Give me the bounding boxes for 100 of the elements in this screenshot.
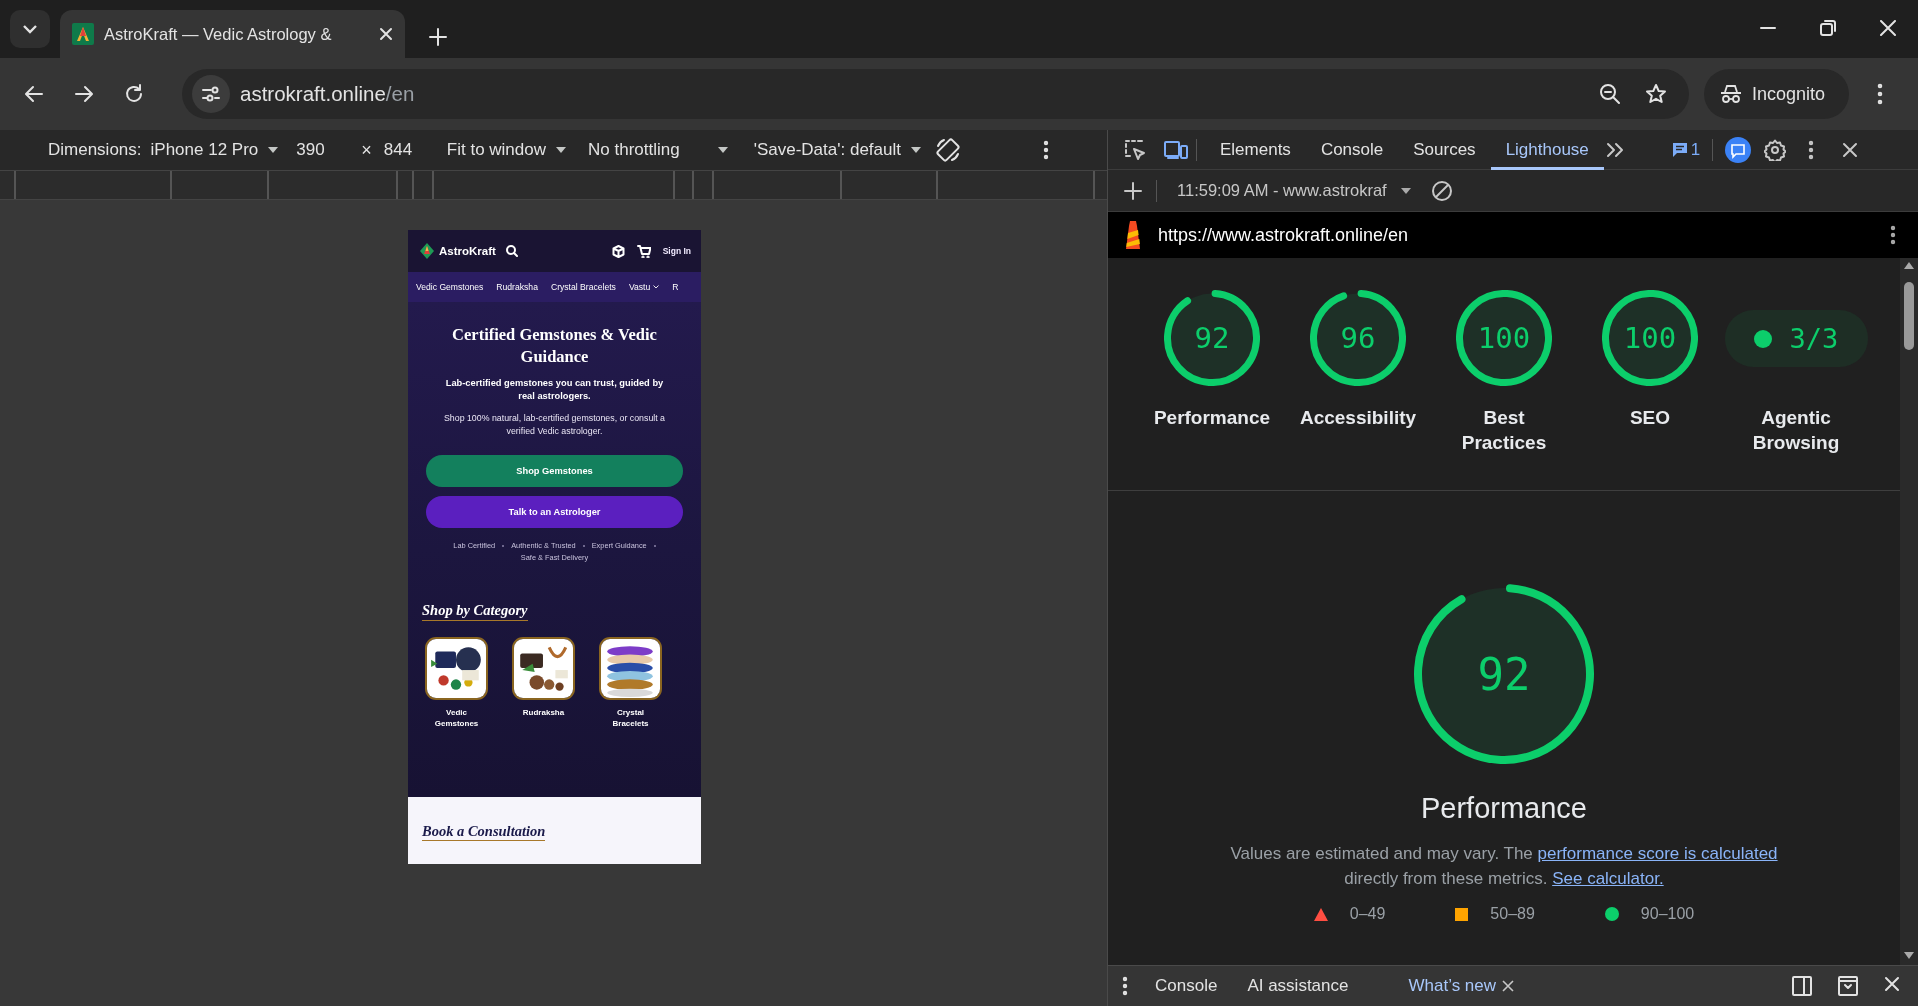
hero-subtitle: Lab-certified gemstones you can trust, guided by real astrologers. (444, 377, 665, 403)
save-data-select[interactable]: 'Save-Data': default (753, 140, 921, 160)
category-label[interactable]: Performance (1153, 405, 1271, 430)
browser-tab[interactable]: AstroKraft — Vedic Astrology & (60, 10, 405, 58)
score-value: 96 (1340, 321, 1376, 355)
close-icon[interactable] (1880, 20, 1896, 36)
legend-label: 50–89 (1490, 905, 1535, 923)
search-icon[interactable] (505, 245, 518, 257)
link[interactable]: performance score is calculated (1537, 844, 1778, 863)
forward-icon[interactable] (74, 84, 94, 104)
settings-icon[interactable] (1764, 138, 1787, 161)
panel-tab[interactable]: Sources (1398, 129, 1491, 170)
caret-icon[interactable] (717, 147, 728, 153)
box-icon[interactable] (611, 244, 625, 258)
chevron-icon (653, 285, 660, 289)
drawer-tab[interactable]: AI assistance (1232, 976, 1364, 996)
category-label[interactable]: Accessibility (1299, 405, 1417, 430)
close-icon[interactable] (1842, 141, 1859, 158)
close-icon[interactable] (1884, 976, 1900, 992)
dock-bottom-icon[interactable] (1838, 976, 1858, 996)
add-icon[interactable] (1124, 181, 1142, 200)
legend-label: 90–100 (1640, 905, 1695, 923)
caret-icon[interactable] (1400, 187, 1411, 194)
back-icon[interactable] (24, 84, 44, 104)
scrollbar[interactable] (1900, 258, 1918, 965)
throttling-select[interactable]: No throttling (588, 140, 728, 160)
device-toolbar-icon[interactable] (1164, 139, 1188, 160)
score-badge[interactable]: 3/3 (1724, 310, 1868, 367)
scroll-down-icon[interactable] (1904, 952, 1914, 959)
url-text: astrokraft.online/en (240, 82, 416, 106)
caret-icon[interactable] (911, 147, 921, 153)
category-tile[interactable] (512, 637, 575, 700)
width-field[interactable]: 390 (296, 140, 337, 160)
issues-counter[interactable]: 1 (1671, 139, 1701, 160)
category-label[interactable]: Rudraksha (522, 707, 565, 718)
section-title: Shop by Category (422, 602, 528, 621)
close-icon[interactable] (1502, 980, 1515, 992)
circle-icon (1753, 329, 1772, 348)
category-tile[interactable] (425, 637, 488, 700)
more-options-icon[interactable] (1043, 140, 1049, 160)
category-label[interactable]: Vedic Gemstones (430, 707, 483, 729)
nav-link[interactable]: Rudraksha (496, 282, 538, 292)
close-icon[interactable] (379, 27, 393, 41)
more-tabs-icon[interactable] (1605, 141, 1624, 158)
nav-link[interactable]: Crystal Bracelets (550, 282, 616, 292)
nav-link[interactable]: Vedic Gemstones (416, 282, 484, 292)
link[interactable]: See calculator. (1552, 869, 1664, 888)
ai-assistant-icon[interactable] (1725, 136, 1752, 163)
category-label[interactable]: Best Practices (1440, 405, 1568, 455)
dimensions-label: Dimensions: (48, 140, 142, 160)
drawer-tab[interactable]: Console (1140, 976, 1233, 996)
cart-icon[interactable] (636, 244, 651, 258)
category-tile[interactable] (599, 637, 662, 700)
address-bar[interactable]: astrokraft.online/en (182, 69, 1689, 119)
tab-search-button[interactable] (10, 10, 50, 48)
astrologer-button[interactable]: Talk to an Astrologer (426, 496, 683, 528)
more-options-icon[interactable] (1890, 225, 1896, 245)
chevron-icon (23, 24, 37, 34)
zoom-out-icon[interactable] (1599, 83, 1621, 105)
restore-icon[interactable] (1820, 20, 1836, 36)
triangle-icon (1313, 907, 1328, 921)
new-tab-icon[interactable] (429, 28, 447, 46)
nav-link[interactable]: R (672, 282, 679, 292)
rotate-icon[interactable] (935, 137, 961, 163)
device-select[interactable]: iPhone 12 Pro (150, 140, 279, 160)
panel-tab[interactable]: Elements (1205, 129, 1306, 170)
drawer-menu-icon[interactable] (1122, 976, 1128, 996)
shop-button[interactable]: Shop Gemstones (426, 455, 683, 487)
circle-icon (1604, 907, 1619, 921)
scroll-up-icon[interactable] (1904, 262, 1914, 269)
more-options-icon[interactable] (1808, 139, 1815, 160)
sign-in-link[interactable]: Sign In (662, 246, 691, 256)
times-sign: × (361, 139, 372, 161)
reload-icon[interactable] (124, 84, 144, 104)
logo-icon[interactable] (420, 243, 434, 259)
incognito-button[interactable]: Incognito (1704, 69, 1849, 119)
height-field[interactable]: 844 (383, 140, 424, 160)
category-label[interactable]: SEO (1629, 405, 1671, 430)
hero-text: Shop 100% natural, lab-certified gemstones, or consult a verified Vedic astrologer. (443, 412, 666, 438)
caret-icon[interactable] (268, 147, 279, 153)
zoom-select[interactable]: Fit to window (446, 140, 566, 160)
clear-icon[interactable] (1430, 179, 1453, 202)
category-label[interactable]: Agentic Browsing (1732, 405, 1860, 455)
square-icon (1455, 907, 1469, 921)
dock-side-icon[interactable] (1792, 976, 1812, 996)
drawer-tab[interactable]: What’s new (1393, 976, 1530, 996)
panel-tab[interactable]: Console (1305, 129, 1399, 170)
brand-name[interactable]: AstroKraft (439, 245, 496, 257)
site-settings-icon[interactable] (201, 84, 221, 104)
menu-icon[interactable] (1877, 83, 1883, 105)
category-label[interactable]: Crystal Bracelets (604, 707, 657, 729)
score-value: 100 (1477, 321, 1531, 355)
score-value: 92 (1477, 648, 1531, 700)
inspect-icon[interactable] (1124, 138, 1146, 161)
report-select[interactable]: 11:59:09 AM - www.astrokraf (1177, 181, 1411, 200)
scrollbar-thumb[interactable] (1904, 282, 1914, 350)
caret-icon[interactable] (556, 147, 566, 153)
bookmark-star-icon[interactable] (1645, 83, 1667, 105)
score-value: 3/3 (1789, 323, 1839, 354)
nav-link[interactable]: Vastu (628, 282, 660, 292)
